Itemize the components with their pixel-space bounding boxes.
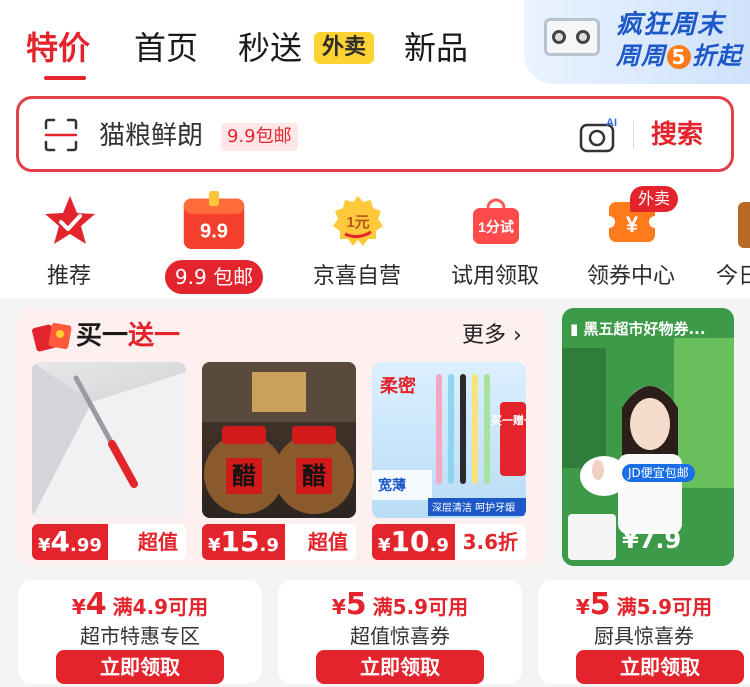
- claim-coupon-button[interactable]: 立即领取: [56, 650, 224, 684]
- product-card-vinegar[interactable]: 醋 醋 ¥15.9 超值: [202, 362, 356, 560]
- price-row: ¥10.9 3.6折: [372, 524, 526, 560]
- price: ¥15.9: [202, 524, 285, 560]
- search-divider: [633, 121, 634, 149]
- claim-coupon-button[interactable]: 立即领取: [316, 650, 484, 684]
- coupon-name: 超值惊喜券: [350, 624, 450, 648]
- search-bar: 9.9包邮 AI 搜索: [16, 96, 734, 172]
- tab-tejia[interactable]: 特价: [26, 26, 90, 70]
- value-tag: 超值: [138, 530, 178, 554]
- price-row: ¥15.9 超值: [202, 524, 356, 560]
- scan-icon[interactable]: [43, 117, 79, 153]
- weekend-promo-banner[interactable]: 疯狂周末 周周 5 折起: [524, 0, 750, 84]
- svg-text:AI: AI: [606, 117, 617, 129]
- product-card-toothbrush[interactable]: 柔密 买一赠一 宽薄 深层清洁 呵护牙龈 ¥10.9 3.6折: [372, 362, 526, 560]
- category-recommend[interactable]: 推荐: [4, 180, 134, 298]
- ai-camera-icon[interactable]: AI: [579, 115, 621, 155]
- red-envelope-icon: [32, 322, 72, 352]
- coupon-amount: ¥4 满4.9可用: [71, 587, 209, 622]
- waimai-badge: 外卖: [630, 186, 679, 212]
- coupon-name: 厨具惊喜券: [594, 624, 694, 648]
- coupon-name: 超市特惠专区: [80, 624, 200, 648]
- search-input[interactable]: [99, 117, 229, 153]
- price: ¥4.99: [32, 524, 108, 560]
- svg-text:深层清洁 呵护牙龈: 深层清洁 呵护牙龈: [432, 501, 515, 514]
- price: ¥10.9: [372, 524, 455, 560]
- product-image: [32, 362, 186, 518]
- today-icon: [738, 202, 750, 248]
- category-trial[interactable]: 1分试 试用领取: [430, 180, 560, 298]
- tab-miaosong[interactable]: 秒送: [238, 26, 302, 70]
- star-check-icon: [45, 196, 95, 244]
- coupon-amount: ¥5 满5.9可用: [331, 587, 469, 622]
- promo-subline: 周周 5 折起: [616, 42, 742, 70]
- category-9-9-free-shipping[interactable]: 9.9 9.9 包邮: [148, 180, 278, 298]
- coupon-amount: ¥5 满5.9可用: [575, 587, 713, 622]
- bogo-title: 买一送一: [76, 321, 181, 351]
- svg-text:1元: 1元: [346, 214, 369, 231]
- svg-text:1分试: 1分试: [478, 219, 514, 235]
- product-card-screwdriver[interactable]: ¥4.99 超值: [32, 362, 186, 560]
- discount-tag: 3.6折: [462, 530, 518, 554]
- search-free-shipping-badge: 9.9包邮: [221, 123, 298, 151]
- live-video-card[interactable]: ▮ 黑五超市好物券... JD便宜包邮 ¥7.9: [562, 308, 734, 566]
- top-tab-bar: 特价 首页 秒送 外卖 新品 疯狂周末 周周 5 折起: [0, 0, 750, 88]
- svg-text:9.9: 9.9: [200, 221, 228, 243]
- waimai-tag: 外卖: [314, 32, 375, 64]
- jd-banner: JD便宜包邮: [622, 464, 695, 482]
- svg-text:醋: 醋: [302, 462, 326, 490]
- svg-text:买一赠一: 买一赠一: [491, 413, 526, 427]
- svg-text:¥: ¥: [626, 212, 639, 237]
- gift-box-icon: 9.9: [183, 191, 245, 249]
- value-tag: 超值: [308, 530, 348, 554]
- buy-one-get-one-card: 买一送一 更多 › ¥4.99 超值 醋 醋 ¥15.9 超值 柔密 买一赠 宽…: [16, 308, 546, 566]
- active-tab-indicator: [44, 76, 86, 80]
- more-link[interactable]: 更多 ›: [462, 320, 522, 352]
- product-image: 醋 醋: [202, 362, 356, 518]
- category-jingxi-self[interactable]: 1元 京喜自营: [292, 180, 422, 298]
- claim-coupon-button[interactable]: 立即领取: [576, 650, 744, 684]
- product-image: 柔密 买一赠一 宽薄 深层清洁 呵护牙龈: [372, 362, 526, 518]
- tab-new[interactable]: 新品: [404, 26, 468, 70]
- category-today[interactable]: 今日: [700, 180, 750, 298]
- appliance-icon: [544, 18, 600, 56]
- coupon-card: ¥4 满4.9可用 超市特惠专区 立即领取: [18, 580, 262, 684]
- search-button[interactable]: 搜索: [651, 115, 703, 155]
- svg-text:宽薄: 宽薄: [378, 477, 406, 494]
- tab-home[interactable]: 首页: [134, 26, 198, 70]
- video-price: ¥7.9: [622, 526, 682, 554]
- coupon-card: ¥5 满5.9可用 厨具惊喜券 立即领取: [538, 580, 750, 684]
- svg-text:醋: 醋: [232, 462, 256, 490]
- price-row: ¥4.99 超值: [32, 524, 186, 560]
- one-yuan-badge-icon: 1元: [333, 196, 383, 246]
- coupon-card: ¥5 满5.9可用 超值惊喜券 立即领取: [278, 580, 522, 684]
- svg-text:柔密: 柔密: [380, 375, 416, 397]
- shopping-bag-icon: 1分试: [473, 198, 519, 244]
- video-title: ▮ 黑五超市好物券...: [570, 320, 706, 338]
